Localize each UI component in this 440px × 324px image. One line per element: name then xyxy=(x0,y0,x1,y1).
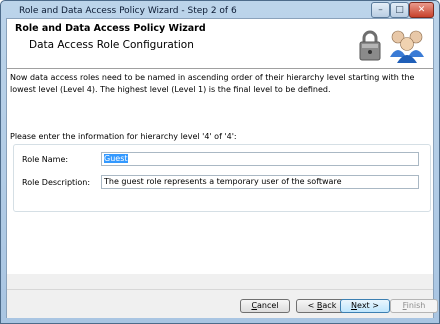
role-description-input[interactable]: The guest role represents a temporary us… xyxy=(101,175,419,189)
wizard-header: Role and Data Access Policy Wizard Data … xyxy=(7,19,433,69)
role-name-input[interactable]: Guest xyxy=(101,152,419,166)
lock-icon xyxy=(359,30,381,61)
wizard-content: Now data access roles need to be named i… xyxy=(7,69,433,274)
footer-separator xyxy=(7,289,433,290)
role-description-label: Role Description: xyxy=(22,178,91,187)
users-icon xyxy=(390,30,424,63)
role-info-group: Role Name: Guest Role Description: The g… xyxy=(13,144,431,212)
maximize-button[interactable]: □ xyxy=(390,2,409,18)
wizard-window: Role and Data Access Policy Wizard - Ste… xyxy=(0,0,440,324)
close-button[interactable]: ✕ xyxy=(409,2,434,18)
minimize-button[interactable]: – xyxy=(371,2,390,18)
hierarchy-prompt: Please enter the information for hierarc… xyxy=(10,132,237,141)
finish-button[interactable]: Finish xyxy=(390,299,438,313)
role-name-value: Guest xyxy=(104,154,128,163)
step-title: Data Access Role Configuration xyxy=(29,39,194,51)
wizard-client-area: Role and Data Access Policy Wizard Data … xyxy=(6,18,438,318)
next-button[interactable]: Next > xyxy=(340,299,390,313)
wizard-footer: Cancel < Back Next > Finish xyxy=(7,275,438,318)
intro-text: Now data access roles need to be named i… xyxy=(10,73,415,94)
wizard-title: Role and Data Access Policy Wizard xyxy=(15,23,206,34)
role-name-label: Role Name: xyxy=(22,155,69,164)
window-title: Role and Data Access Policy Wizard - Ste… xyxy=(19,6,237,16)
cancel-button[interactable]: Cancel xyxy=(240,299,290,313)
